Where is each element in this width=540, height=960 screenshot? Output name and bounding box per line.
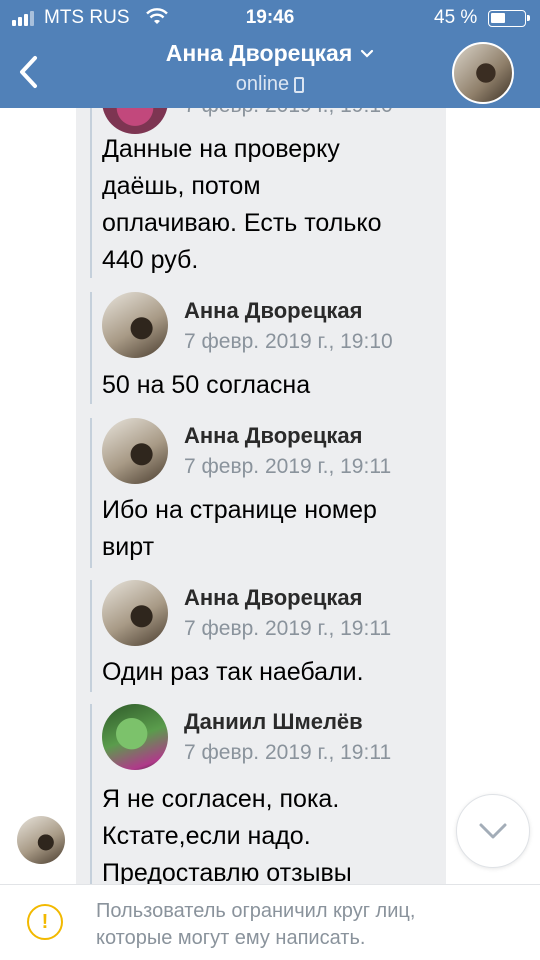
forwarded-text: Данные на проверку даёшь, потом оплачива…	[102, 131, 438, 279]
text-line: вирт	[102, 533, 155, 561]
message-date: 7 февр. 2019 г., 19:10	[184, 330, 393, 353]
message-text: Один раз так наебали.	[102, 654, 438, 691]
message-date: 7 февр. 2019 г., 19:11	[184, 455, 392, 478]
text-line: Данные на проверку	[102, 135, 340, 163]
back-button[interactable]	[6, 44, 50, 100]
quote-bar	[90, 418, 92, 568]
notice-line: Пользователь ограничил круг лиц,	[96, 900, 416, 922]
text-line: оплачиваю. Есть только	[102, 209, 382, 237]
message-text: Я не согласен, пока. Кстате,если надо. П…	[102, 781, 438, 884]
sender-avatar[interactable]	[102, 704, 168, 770]
sender-name[interactable]: Анна Дворецкая	[184, 423, 362, 449]
mobile-phone-icon	[294, 76, 305, 93]
text-line: даёшь, потом	[102, 172, 261, 200]
sender-avatar[interactable]	[102, 580, 168, 646]
message-text: 50 на 50 согласна	[102, 367, 438, 404]
scroll-down-button[interactable]	[456, 794, 530, 868]
text-line: Кстате,если надо.	[102, 822, 311, 850]
online-status: online	[235, 73, 290, 95]
chat-header: MTS RUS 19:46 45 % Анна Дворецкая online	[0, 0, 540, 108]
quote-bar	[90, 292, 92, 404]
quote-bar	[90, 704, 92, 884]
notice-line: которые могут ему написать.	[96, 927, 366, 949]
text-line: Ибо на странице номер	[102, 496, 377, 524]
message-author-avatar[interactable]	[17, 816, 65, 864]
forwarded-date: 7 февр. 2019 г., 19:10	[184, 108, 393, 118]
sender-name[interactable]: Анна Дворецкая	[184, 298, 362, 324]
message-list[interactable]: 7 февр. 2019 г., 19:10 Данные на проверк…	[0, 108, 540, 884]
avatar[interactable]	[452, 42, 514, 104]
quote-bar	[90, 580, 92, 692]
notice-text: Пользователь ограничил круг лиц, которые…	[96, 898, 526, 952]
battery-percent: 45 %	[434, 7, 478, 28]
text-line: Предоставлю отзывы	[102, 859, 352, 884]
chevron-down-icon	[479, 823, 507, 839]
page-title: Анна Дворецкая	[165, 40, 353, 66]
restriction-notice: ! Пользователь ограничил круг лиц, котор…	[0, 884, 540, 960]
sender-name[interactable]: Даниил Шмелёв	[184, 709, 363, 735]
message-text: Ибо на странице номер вирт	[102, 492, 438, 566]
text-line: Я не согласен, пока.	[102, 785, 340, 813]
warning-icon: !	[27, 904, 63, 940]
text-line: 50 на 50 согласна	[102, 371, 311, 399]
status-bar: MTS RUS 19:46 45 %	[0, 0, 540, 36]
conversation-title[interactable]: Анна Дворецкая online	[100, 40, 440, 96]
sender-avatar[interactable]	[102, 418, 168, 484]
text-line: Один раз так наебали.	[102, 658, 364, 686]
text-line: 440 руб.	[102, 246, 199, 274]
message-date: 7 февр. 2019 г., 19:11	[184, 617, 392, 640]
quote-bar	[90, 108, 92, 278]
sender-name[interactable]: Анна Дворецкая	[184, 585, 362, 611]
chevron-down-icon	[361, 49, 374, 58]
battery-icon	[488, 10, 530, 27]
sender-avatar[interactable]	[102, 292, 168, 358]
chevron-left-icon	[20, 56, 37, 88]
message-date: 7 февр. 2019 г., 19:11	[184, 741, 392, 764]
